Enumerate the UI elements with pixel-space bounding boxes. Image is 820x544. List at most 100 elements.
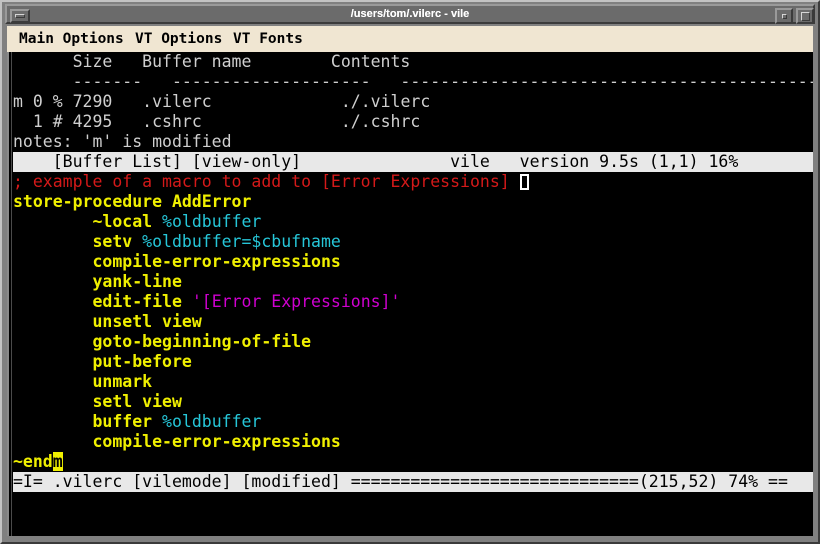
modeline-gap3 [589,152,599,171]
editor-line[interactable]: store-procedure AddError [13,192,813,212]
modeline-gap2 [490,152,520,171]
buffer-list-rule: ------- -------------------- -----------… [13,72,813,92]
keyword-text: store-procedure AddError [13,192,252,211]
editor-line[interactable]: unmark [13,372,813,392]
variable-text: %oldbuffer=$cbufname [142,232,341,251]
buffer-list-notes: notes: 'm' is modified [13,132,813,152]
editor-line[interactable]: ; example of a macro to add to [Error Ex… [13,172,813,192]
keyword-text: setv [92,232,143,251]
comment-text: ; example of a macro to add to [Error Ex… [13,172,520,191]
editor-line[interactable]: goto-beginning-of-file [13,332,813,352]
window-menu-button[interactable] [10,9,30,23]
buffer-row-pad [112,92,142,111]
cursor-position: (1,1) [648,152,699,171]
keyword-text: yank-line [92,272,182,291]
keyword-text: goto-beginning-of-file [92,332,312,351]
buffer-row-contents: ./.vilerc [340,92,431,111]
editor-line[interactable]: ~local %oldbuffer [13,212,813,232]
modeline-gap2 [758,472,768,491]
editor-line[interactable]: compile-error-expressions [13,252,813,272]
buffer-row-pad2 [202,112,341,131]
buffer-list-modeline[interactable]: [Buffer List] [view-only] vile version 9… [13,152,813,172]
app-name-label: vile [450,152,490,171]
minimize-button[interactable] [775,8,793,24]
message-line[interactable] [13,492,813,512]
buffer-row-flags: m 0 % [13,92,73,111]
menu-bar: Main Options VT Options VT Fonts [7,26,813,52]
buffer-row-flags: 1 # [13,112,73,131]
buffer-row-name: .vilerc [142,92,212,111]
buffer-row-size: 7290 [72,92,113,111]
buffer-row-size: 4295 [72,112,113,131]
buffer-list-header-contents: Contents [251,52,411,71]
variable-text: %oldbuffer [162,412,262,431]
buffer-list-header-size: Size [13,52,113,71]
buffer-list-header-name: Buffer name [112,52,252,71]
text-cursor-hollow [519,174,529,190]
editor-line[interactable]: buffer %oldbuffer [13,412,813,432]
variable-text: %oldbuffer [162,212,262,231]
scroll-percent: 16% [708,152,739,171]
window-title: /users/tom/.vilerc - vile [350,8,470,20]
editor-line[interactable]: setl view [13,392,813,412]
editor-line[interactable]: unsetl view [13,312,813,332]
editor-modeline-tail: == [768,472,788,491]
table-row[interactable]: 1 # 4295 .cshrc ./.cshrc [13,112,813,132]
keyword-text: unmark [92,372,153,391]
buffer-list-notes-text: notes: 'm' is modified [13,132,232,151]
menu-item-vt-options[interactable]: VT Options [133,29,224,49]
window-menu-icon [15,14,25,18]
vile-screen: Size Buffer name Contents ------- ------… [13,52,813,536]
minimize-icon [782,14,787,19]
maximize-button[interactable] [796,8,814,24]
buffer-list-header: Size Buffer name Contents [13,52,813,72]
menu-item-main-options[interactable]: Main Options [17,29,126,49]
editor-line[interactable]: put-before [13,352,813,372]
menu-item-vt-fonts[interactable]: VT Fonts [231,29,305,49]
title-bar[interactable]: /users/tom/.vilerc - vile [5,4,815,24]
buffer-row-name: .cshrc [142,112,202,131]
keyword-text: ~local [92,212,163,231]
editor-line[interactable]: ~endm [13,452,813,472]
keyword-text: edit-file [92,292,192,311]
editor-line[interactable]: compile-error-expressions [13,432,813,452]
keyword-text: compile-error-expressions [92,252,341,271]
editor-scroll-percent: 74% [728,472,759,491]
keyword-text: compile-error-expressions [92,432,341,451]
keyword-text: unsetl view [92,312,202,331]
maximize-icon [801,12,810,21]
buffer-row-pad [112,112,142,131]
table-row[interactable]: m 0 % 7290 .vilerc ./.vilerc [13,92,813,112]
keyword-text: ~end [13,452,53,471]
editor-cursor-position: (215,52) [638,472,719,491]
modeline-gap [718,472,728,491]
editor-line[interactable]: yank-line [13,272,813,292]
editor-modeline[interactable]: =I= .vilerc [vilemode] [modified] ======… [13,472,813,492]
keyword-text: put-before [92,352,192,371]
modeline-gap4 [639,152,649,171]
editor-line[interactable]: edit-file '[Error Expressions]' [13,292,813,312]
version-value: 9.5s [599,152,639,171]
terminal-area: Size Buffer name Contents ------- ------… [7,52,813,536]
buffer-list-modeline-left: [Buffer List] [view-only] [13,152,302,171]
version-label: version [519,152,590,171]
text-cursor-block: m [52,452,63,471]
modeline-gap [301,152,450,171]
editor-line[interactable]: setv %oldbuffer=$cbufname [13,232,813,252]
keyword-text: buffer [92,412,163,431]
keyword-text: setl view [92,392,182,411]
terminal-left-divider [7,52,12,536]
buffer-row-pad2 [212,92,341,111]
vile-window: /users/tom/.vilerc - vile Main Options V… [0,0,820,544]
